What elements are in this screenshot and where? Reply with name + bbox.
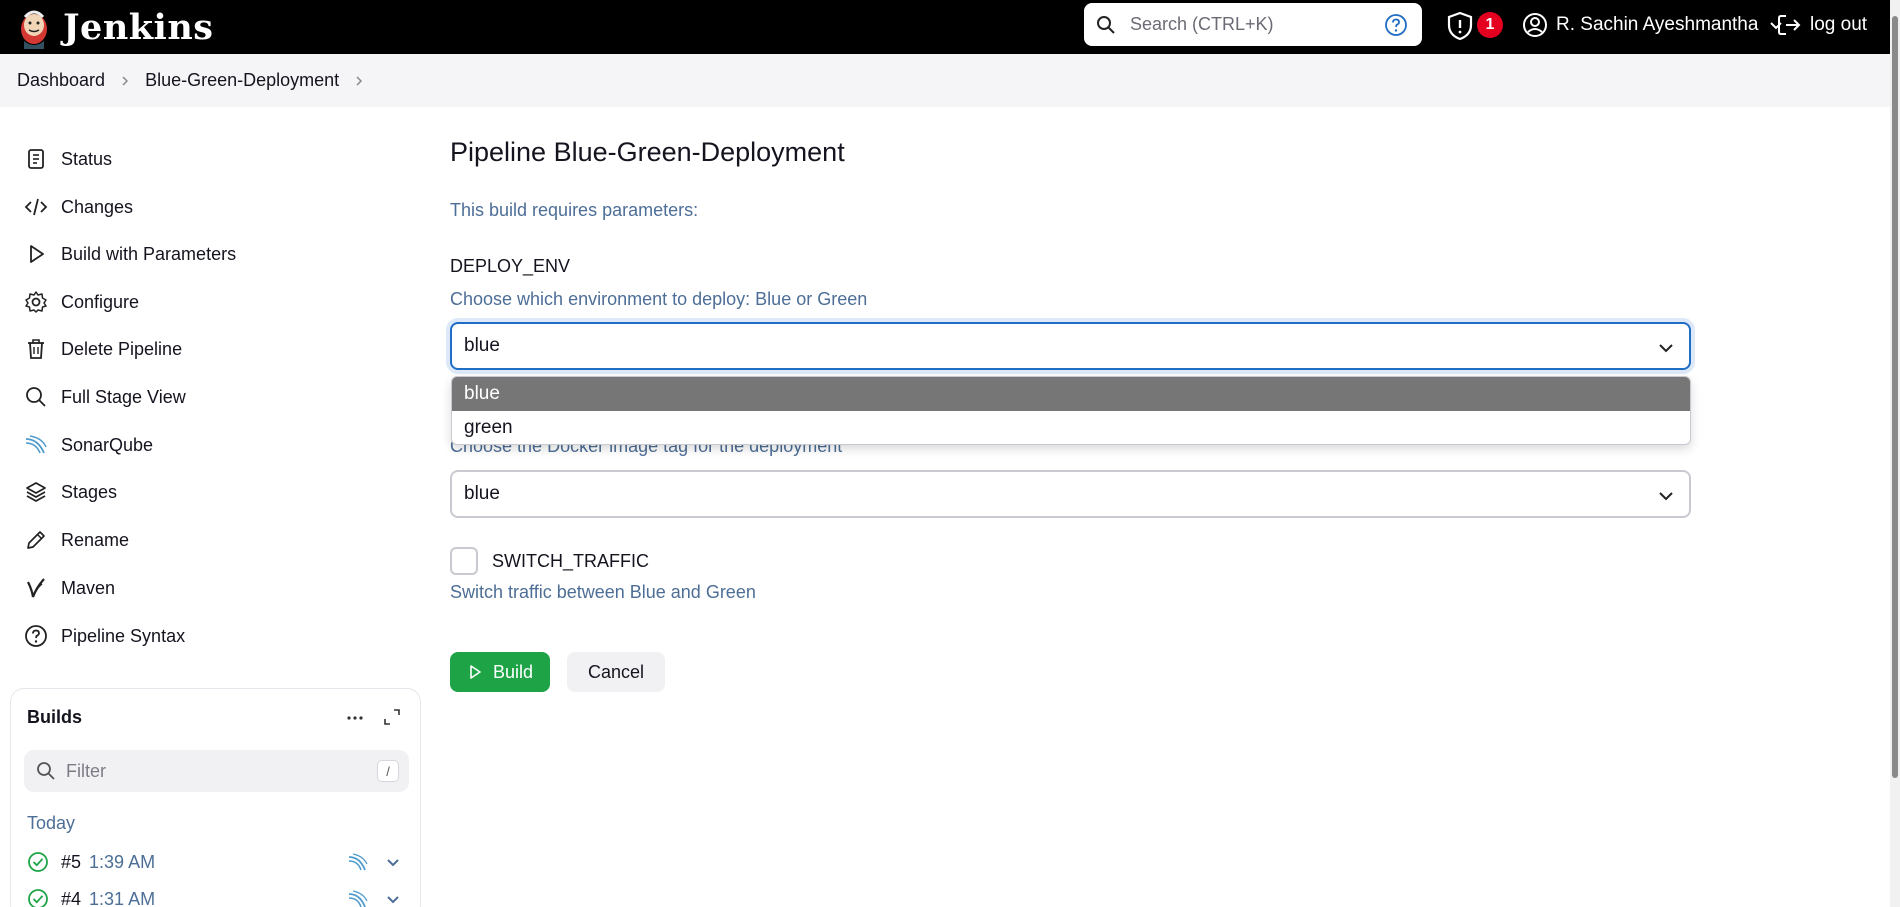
sidebar-item-maven[interactable]: Maven — [24, 573, 115, 603]
document-icon — [28, 149, 44, 169]
builds-filter-input[interactable] — [66, 760, 366, 782]
search-input[interactable] — [1130, 14, 1370, 35]
option-green[interactable]: green — [452, 411, 1690, 444]
more-options-icon[interactable] — [344, 707, 366, 729]
sidebar-item-status[interactable]: Status — [24, 144, 112, 174]
build-row[interactable]: #4 1:31 AM — [27, 886, 407, 907]
code-icon — [24, 198, 48, 216]
deploy-env-label: DEPLOY_ENV — [450, 256, 571, 276]
sonarqube-icon[interactable] — [347, 851, 369, 873]
sidebar-item-configure[interactable]: Configure — [24, 287, 139, 317]
chevron-right-icon — [122, 75, 129, 86]
build-time[interactable]: 1:39 AM — [89, 852, 155, 873]
parameters-intro: This build requires parameters: — [450, 200, 699, 220]
image-tag-value: blue — [464, 483, 500, 504]
sonarqube-icon — [25, 435, 47, 454]
build-button[interactable]: Build — [450, 652, 550, 692]
page-title: Pipeline Blue-Green-Deployment — [450, 137, 845, 167]
sidebar-item-label: Pipeline Syntax — [61, 625, 186, 646]
deploy-env-description: Choose which environment to deploy: Blue… — [450, 289, 868, 309]
build-number[interactable]: #4 — [61, 889, 81, 907]
page-scrollbar[interactable] — [1890, 0, 1900, 907]
sidebar-item-label: Full Stage View — [61, 386, 186, 407]
chevron-down-icon[interactable] — [385, 854, 401, 870]
jenkins-home-link[interactable]: Jenkins — [17, 5, 213, 49]
user-name: R. Sachin Ayeshmantha — [1556, 14, 1759, 35]
sidebar-item-stages[interactable]: Stages — [24, 477, 117, 507]
search-icon — [1097, 15, 1115, 34]
help-icon — [25, 625, 47, 647]
pencil-icon — [27, 531, 45, 549]
logout-icon — [1778, 15, 1801, 35]
build-button-label: Build — [492, 661, 534, 682]
sidebar-item-label: Stages — [61, 481, 118, 502]
success-check-icon — [28, 889, 48, 907]
notification-badge[interactable]: 1 — [1477, 12, 1503, 38]
sidebar-item-build-with-parameters[interactable]: Build with Parameters — [24, 239, 236, 269]
sidebar-item-label: Status — [61, 148, 113, 169]
jenkins-logo-icon — [21, 10, 47, 49]
sidebar-item-label: Rename — [61, 529, 130, 550]
switch-traffic-checkbox[interactable] — [450, 547, 478, 575]
build-number[interactable]: #5 — [61, 852, 81, 873]
sidebar-item-delete-pipeline[interactable]: Delete Pipeline — [24, 334, 182, 364]
search-box[interactable] — [1084, 3, 1422, 46]
chevron-right-icon[interactable] — [353, 75, 365, 87]
sidebar-item-pipeline-syntax[interactable]: Pipeline Syntax — [24, 621, 185, 651]
sidebar-item-label: Build with Parameters — [61, 243, 237, 264]
switch-traffic-label[interactable]: SWITCH_TRAFFIC — [492, 551, 649, 572]
play-icon — [30, 245, 44, 263]
search-help-icon[interactable] — [1384, 13, 1408, 37]
sidebar-item-full-stage-view[interactable]: Full Stage View — [24, 382, 186, 412]
user-menu[interactable]: R. Sachin Ayeshmantha — [1522, 10, 1784, 40]
switch-traffic-row: SWITCH_TRAFFIC — [450, 546, 649, 576]
builds-title: Builds — [27, 707, 83, 727]
build-time[interactable]: 1:31 AM — [89, 889, 155, 907]
top-header: Jenkins 1 R. Sachin Ayeshmantha — [0, 0, 1890, 54]
search-icon — [26, 387, 46, 407]
scrollbar-thumb[interactable] — [1892, 16, 1898, 778]
option-blue[interactable]: blue — [452, 377, 1690, 411]
deploy-env-value: blue — [464, 335, 500, 356]
search-icon — [37, 762, 55, 780]
deploy-env-select[interactable]: blue — [450, 322, 1691, 370]
sonarqube-icon[interactable] — [347, 888, 369, 907]
chevron-down-icon[interactable] — [385, 891, 401, 907]
maven-icon — [27, 578, 45, 598]
trash-icon — [28, 339, 44, 359]
builds-group-label: Today — [27, 813, 76, 833]
filter-shortcut-key: / — [377, 760, 399, 782]
layers-icon — [26, 482, 46, 502]
brand-name: Jenkins — [63, 6, 214, 48]
gear-icon — [25, 291, 47, 313]
switch-traffic-description: Switch traffic between Blue and Green — [450, 582, 756, 602]
builds-filter[interactable]: / — [24, 750, 409, 792]
sidebar-item-rename[interactable]: Rename — [24, 525, 129, 555]
sidebar-item-label: Maven — [61, 577, 116, 598]
logout-link[interactable]: log out — [1776, 10, 1867, 40]
deploy-env-options: blue green — [451, 376, 1691, 445]
logout-label: log out — [1810, 14, 1868, 35]
image-tag-select[interactable]: blue — [450, 470, 1691, 518]
sidebar-item-changes[interactable]: Changes — [24, 192, 133, 222]
sidebar-item-label: Changes — [61, 196, 134, 217]
security-shield-icon[interactable] — [1446, 11, 1474, 41]
build-row[interactable]: #5 1:39 AM — [27, 849, 407, 875]
sidebar-item-label: Delete Pipeline — [61, 338, 183, 359]
play-icon — [470, 665, 481, 679]
builds-panel: Builds / Today #5 1:39 AM #4 1:31 AM — [10, 688, 421, 907]
cancel-button[interactable]: Cancel — [567, 652, 665, 692]
chevron-down-icon — [1659, 492, 1673, 501]
success-check-icon — [28, 852, 48, 872]
sidebar-item-sonarqube[interactable]: SonarQube — [24, 430, 153, 460]
user-avatar-icon — [1523, 13, 1547, 37]
breadcrumb-pipeline[interactable]: Blue-Green-Deployment — [145, 70, 339, 91]
breadcrumb: Dashboard Blue-Green-Deployment — [0, 54, 1890, 107]
sidebar-item-label: Configure — [61, 291, 140, 312]
breadcrumb-dashboard[interactable]: Dashboard — [17, 70, 105, 91]
chevron-down-icon — [1659, 344, 1673, 353]
sidebar-item-label: SonarQube — [61, 434, 154, 455]
expand-icon[interactable] — [382, 707, 402, 727]
